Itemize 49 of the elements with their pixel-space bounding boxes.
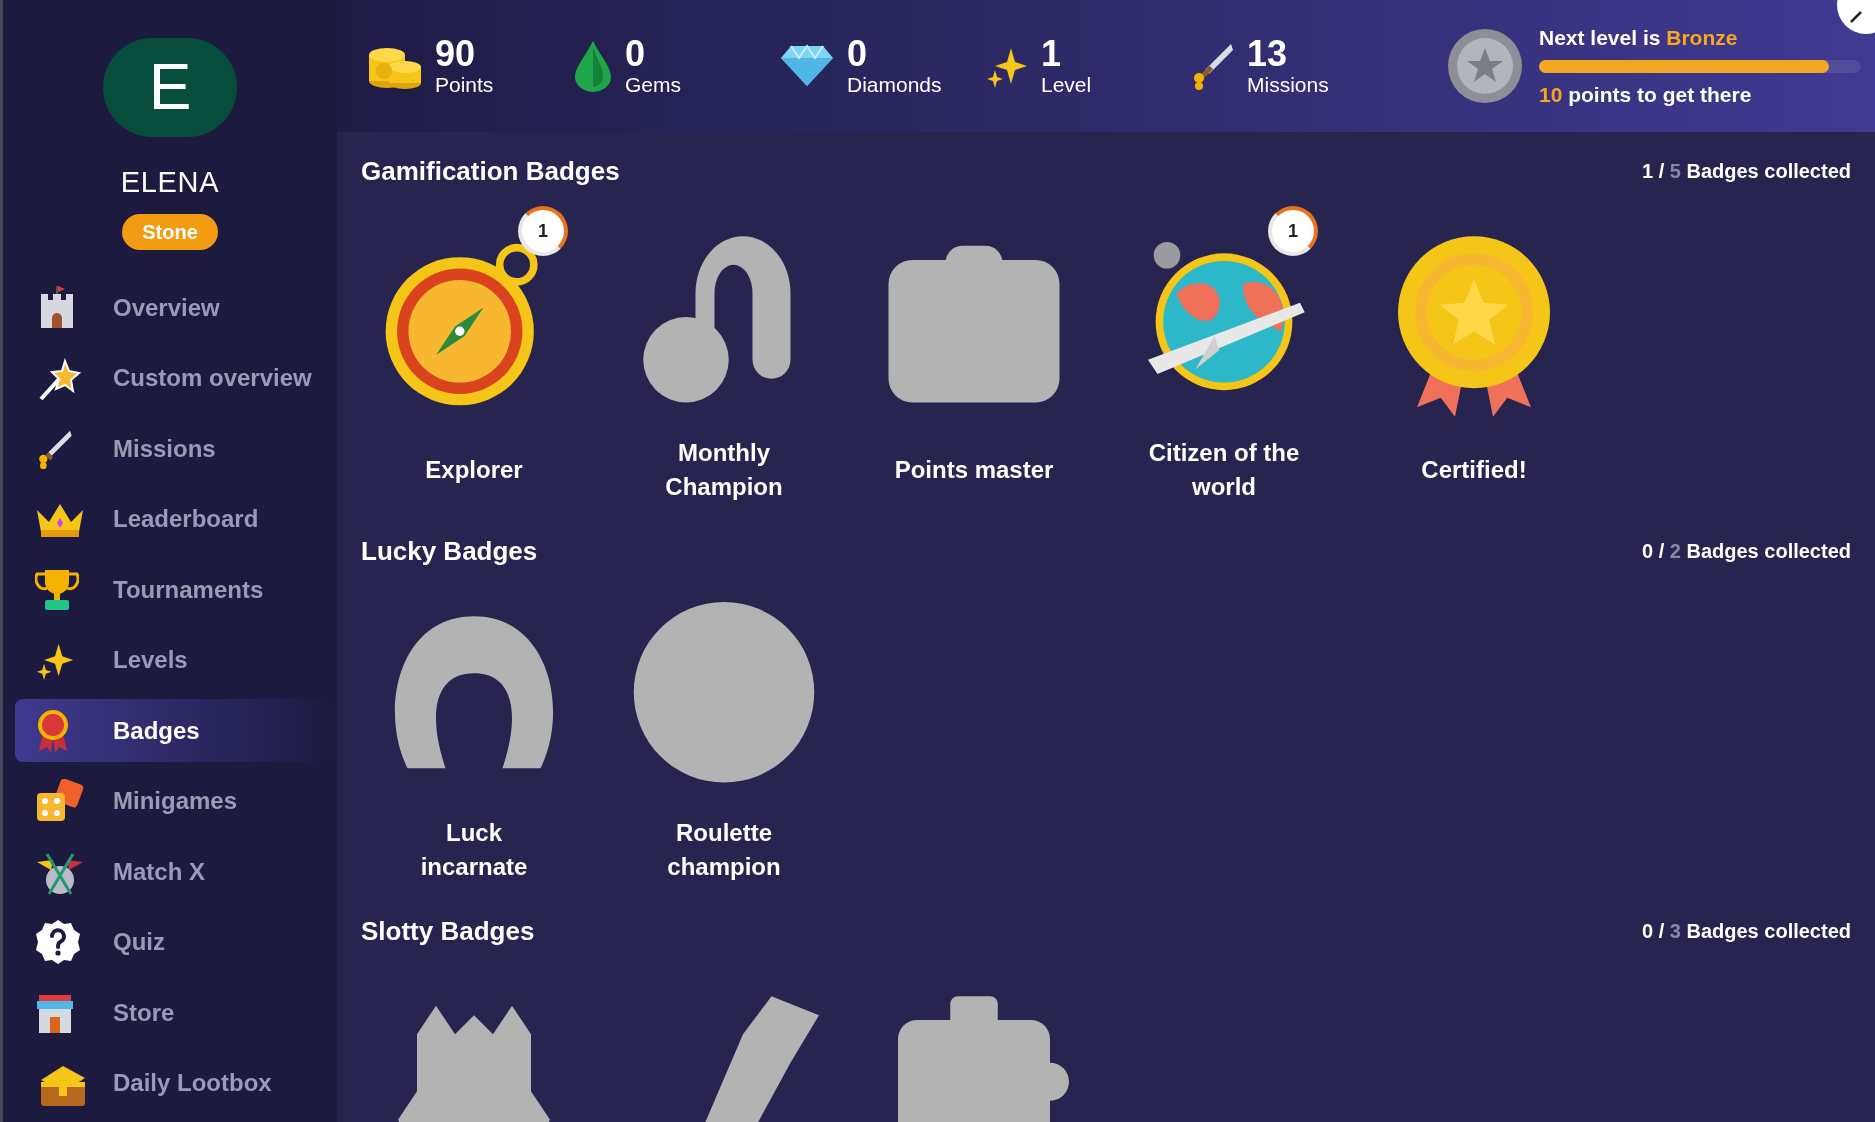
stat-label: Level — [1041, 73, 1092, 97]
badge-name: Points master — [894, 455, 1054, 485]
stat-label: Missions — [1247, 73, 1329, 97]
close-icon — [1849, 10, 1863, 24]
section-title: Gamification Badges — [361, 154, 620, 188]
diamond-icon — [779, 44, 835, 88]
stat-value: 1 — [1041, 35, 1063, 73]
badge-name: Citizen of the world — [1147, 438, 1301, 502]
section-title: Slotty Badges — [361, 914, 535, 948]
badge-name: Monthly Champion — [664, 438, 784, 502]
dice-icon — [35, 779, 85, 823]
sidebar-item[interactable]: Tournaments — [15, 558, 337, 621]
badge-count: 1 — [518, 206, 568, 256]
sidebar-item[interactable]: Leaderboard — [15, 487, 337, 551]
stat-label: Gems — [625, 73, 681, 97]
sidebar-item[interactable]: Daily Lootbox — [15, 1051, 337, 1115]
badge-name: Luck incarnate — [419, 818, 529, 882]
sidebar-item[interactable]: Overview — [15, 276, 337, 339]
points-needed-text: 10 points to get there — [1539, 81, 1753, 108]
stat-label: Diamonds — [847, 73, 942, 97]
stat-value: 90 — [435, 35, 477, 73]
rank-badge: Stone — [122, 214, 218, 250]
sidebar-item[interactable]: Minigames — [15, 769, 337, 833]
stat-value: 13 — [1247, 35, 1289, 73]
sidebar-item[interactable]: Missions — [15, 417, 337, 480]
question-icon — [35, 919, 81, 965]
badge-name: Explorer — [424, 455, 524, 485]
sword-icon — [1191, 42, 1235, 90]
badges-collected-count: 0 / 3 Badges collected — [1642, 919, 1851, 944]
stat-label: Points — [435, 73, 494, 97]
badge-name: Roulette champion — [666, 818, 782, 882]
rosette-icon — [35, 708, 71, 753]
badges-collected-count: 1 / 5 Badges collected — [1642, 159, 1851, 184]
stat-value: 0 — [847, 35, 869, 73]
avatar: E — [103, 38, 237, 137]
badge-name: Certified! — [1420, 455, 1528, 485]
section-title: Lucky Badges — [361, 534, 538, 568]
sidebar-item[interactable]: Levels — [15, 628, 337, 692]
next-level-text: Next level is Bronze — [1539, 25, 1739, 51]
badges-collected-count: 0 / 2 Badges collected — [1642, 539, 1851, 564]
drop-icon — [573, 39, 613, 93]
sidebar-item[interactable]: Match X — [15, 840, 337, 903]
badge-count: 1 — [1268, 206, 1318, 256]
sidebar-item[interactable]: Store — [15, 981, 337, 1044]
sidebar-item[interactable]: Custom overview — [15, 346, 337, 410]
sidebar-item[interactable]: Quiz — [15, 910, 337, 974]
trophy-icon — [35, 567, 79, 612]
stat-value: 0 — [625, 35, 647, 73]
user-name: ELENA — [120, 164, 220, 200]
